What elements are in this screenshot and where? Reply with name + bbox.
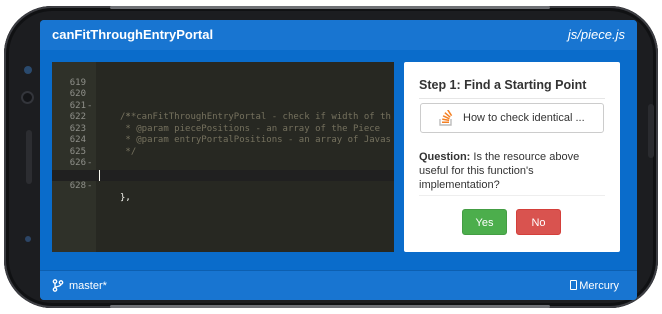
phone-bottom-edge bbox=[110, 305, 550, 308]
code-line: 623 * @param entryPortalPositions - an a… bbox=[52, 112, 394, 146]
status-bar: master* Mercury bbox=[40, 270, 637, 300]
app-screen: canFitThroughEntryPortal js/piece.js 619… bbox=[40, 20, 637, 300]
main-content: 619 620 - /** 621 * canFitThroughEntryPo… bbox=[40, 50, 637, 270]
phone-top-edge bbox=[110, 6, 550, 9]
phone-sensor-icon bbox=[24, 66, 32, 74]
phone-speaker bbox=[26, 130, 32, 184]
resource-card: Step 1: Find a Starting Point How to che… bbox=[404, 62, 620, 252]
phone-camera-icon bbox=[21, 91, 34, 104]
resource-title: How to check identical ... bbox=[463, 112, 585, 124]
code-line: 621 * canFitThroughEntryPortal - check i… bbox=[52, 89, 394, 123]
code-line: 619 bbox=[52, 66, 394, 88]
git-branch-icon bbox=[52, 279, 64, 292]
branch-name[interactable]: master* bbox=[69, 280, 107, 292]
step-title: Step 1: Find a Starting Point bbox=[419, 78, 587, 92]
device-icon bbox=[570, 280, 578, 290]
file-name: js/piece.js bbox=[567, 27, 625, 42]
question-text: Question: Is the resource above useful f… bbox=[419, 150, 605, 192]
yes-button[interactable]: Yes bbox=[462, 209, 507, 235]
divider bbox=[419, 195, 605, 196]
title-bar: canFitThroughEntryPortal js/piece.js bbox=[40, 20, 637, 50]
phone-side-button bbox=[648, 104, 654, 158]
app-name: Mercury bbox=[570, 280, 619, 292]
function-title: canFitThroughEntryPortal bbox=[52, 27, 214, 42]
code-line-active: 628 bbox=[52, 169, 394, 191]
code-line: 620 - /** bbox=[52, 78, 394, 122]
code-line: 622 * @param piecePositions - an array o… bbox=[52, 101, 394, 134]
code-line: 627 - }, bbox=[52, 158, 394, 203]
code-line: 625 - canFitThroughEntryPortal: function… bbox=[52, 135, 394, 180]
divider bbox=[419, 98, 605, 99]
app-name-label: Mercury bbox=[579, 280, 619, 292]
phone-light-icon bbox=[25, 236, 31, 242]
resource-link-button[interactable]: How to check identical ... bbox=[420, 103, 604, 133]
code-line: 624 */ bbox=[52, 124, 394, 157]
no-button[interactable]: No bbox=[516, 209, 561, 235]
code-line: 626 bbox=[52, 147, 394, 168]
text-cursor bbox=[99, 170, 100, 181]
code-editor[interactable]: 619 620 - /** 621 * canFitThroughEntryPo… bbox=[52, 62, 394, 252]
line-number: 628 bbox=[69, 181, 86, 191]
stackoverflow-icon bbox=[439, 110, 453, 126]
question-label: Question: bbox=[419, 151, 471, 163]
code-text: }, bbox=[120, 192, 131, 203]
